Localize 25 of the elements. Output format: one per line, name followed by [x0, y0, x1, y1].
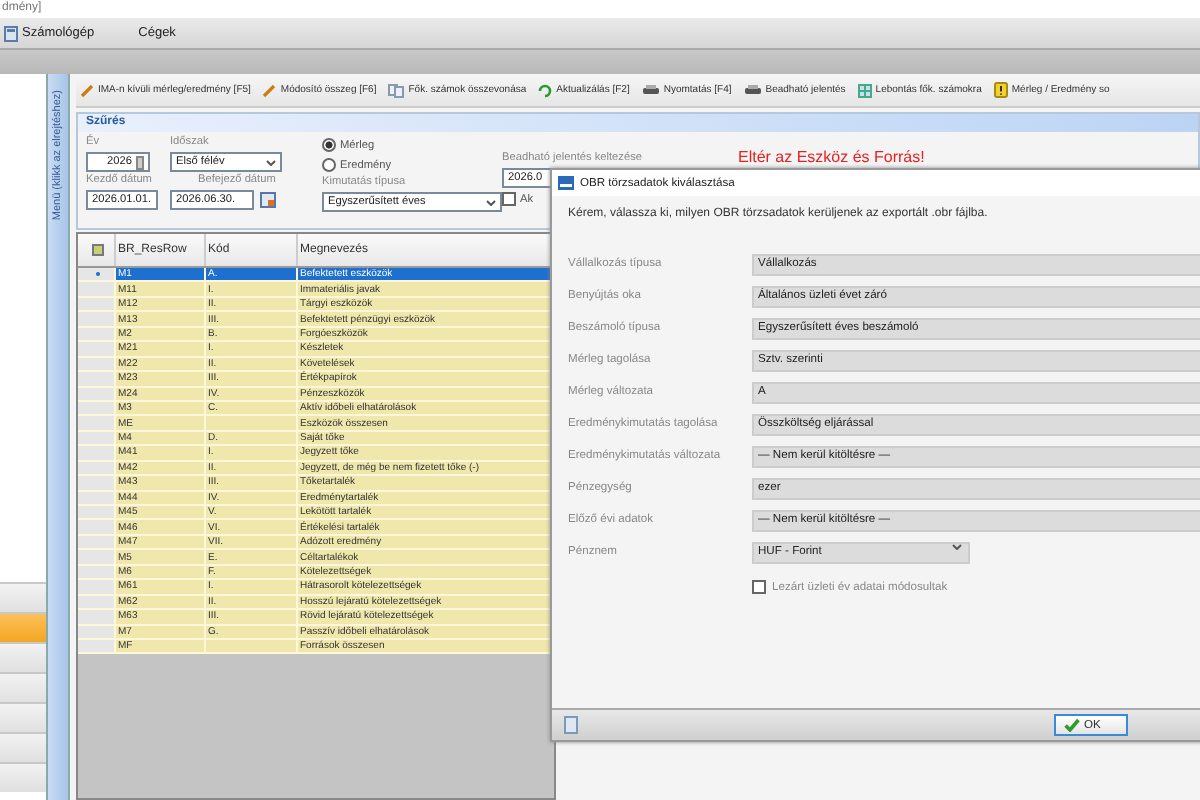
nav-item[interactable] [0, 702, 46, 732]
nav-item[interactable] [0, 582, 46, 612]
caret-icon [952, 543, 962, 549]
nav-item[interactable] [0, 672, 46, 702]
caret-icon [486, 199, 496, 205]
pencil-icon [262, 83, 277, 97]
caret-icon [266, 159, 276, 165]
grid-icon [857, 83, 872, 97]
refresh-icon [538, 83, 553, 97]
printer-icon [641, 84, 660, 96]
nav-item[interactable] [0, 762, 46, 792]
document-icon[interactable] [564, 716, 578, 734]
checkmark-icon [1064, 718, 1080, 732]
printer-icon [743, 84, 762, 96]
nav-item[interactable] [0, 732, 46, 762]
calculator-icon [4, 25, 18, 41]
nav-item[interactable] [0, 612, 46, 642]
column-chooser-icon[interactable] [91, 244, 103, 256]
calendar-icon[interactable] [260, 192, 276, 208]
warning-text: Eltér az Eszköz és Forrás! [737, 148, 925, 166]
warning-icon [993, 82, 1008, 98]
nav-item[interactable] [0, 642, 46, 672]
app-icon [558, 176, 574, 190]
pencil-icon [80, 83, 94, 97]
documents-icon [388, 83, 405, 97]
